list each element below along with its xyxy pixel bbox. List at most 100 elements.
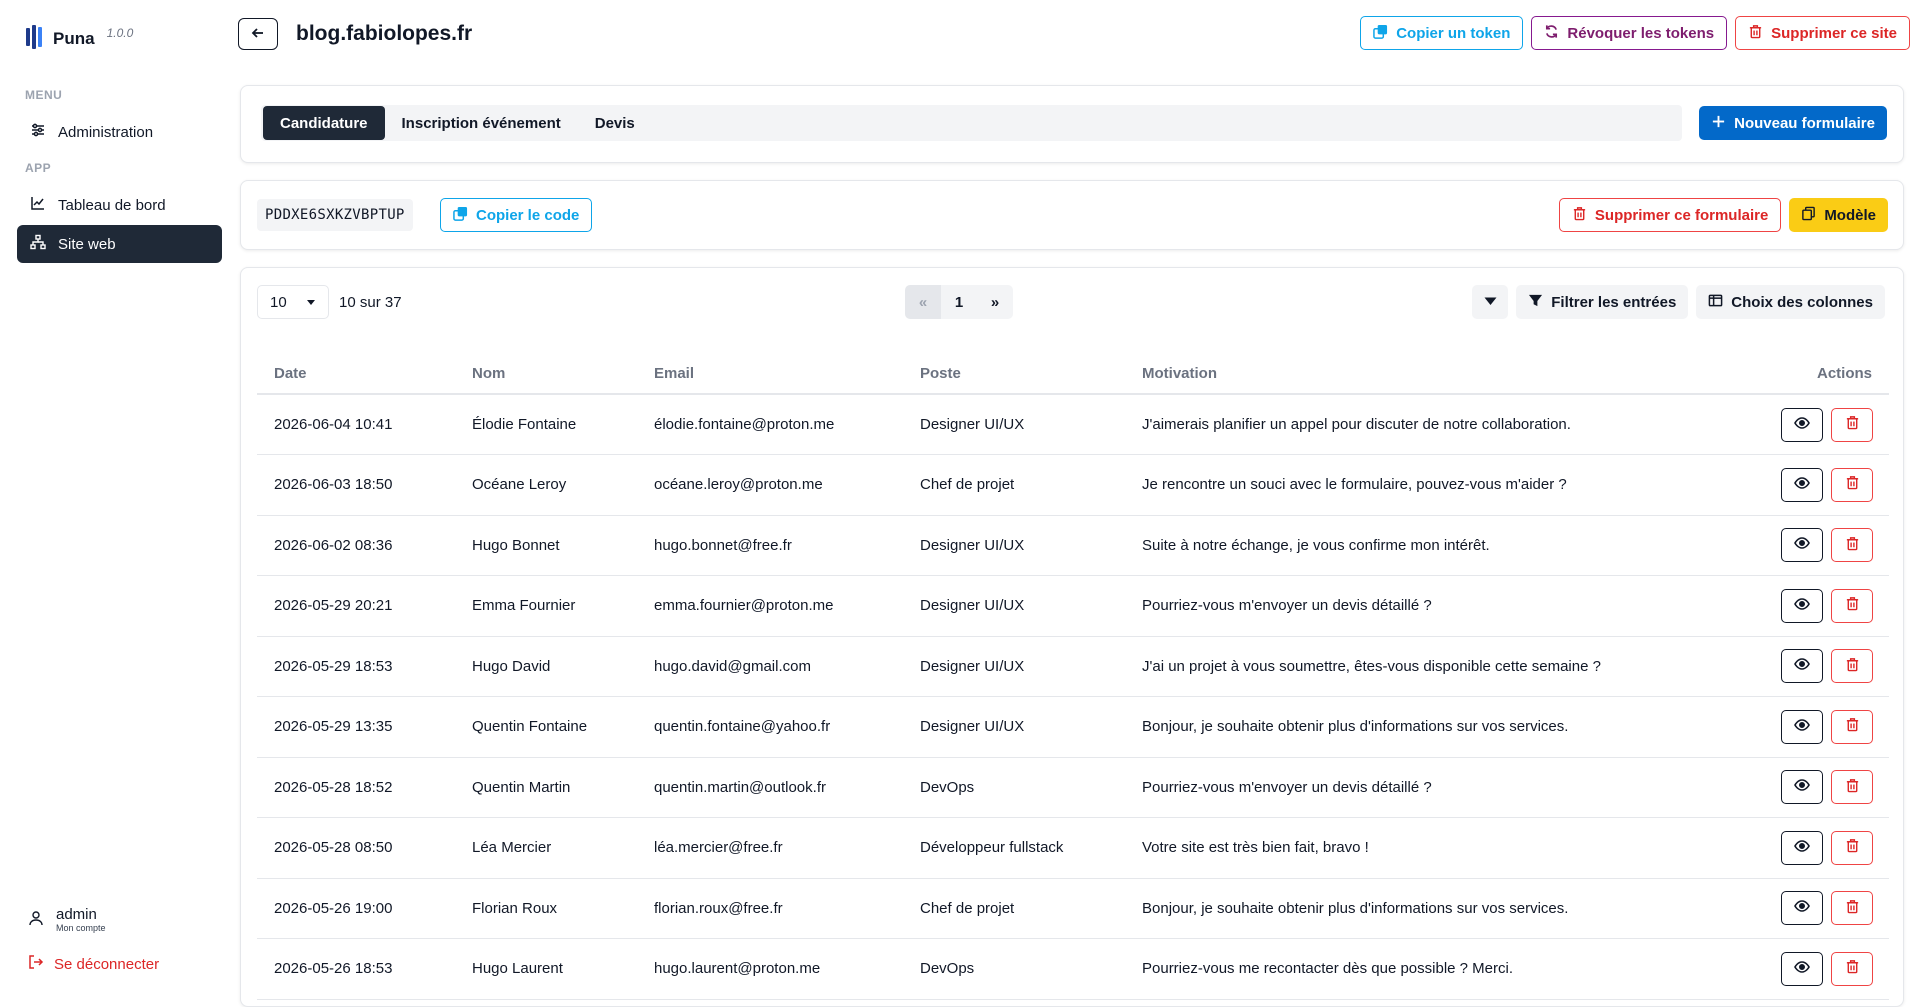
cell-actions: [1749, 515, 1889, 576]
page-header: blog.fabiolopes.fr Copier un token Révoq…: [238, 16, 1910, 52]
cell-nom: Hugo David: [455, 636, 637, 697]
cell-motivation: J'aimerais planifier un appel pour discu…: [1125, 394, 1749, 455]
trash-icon: [1845, 959, 1860, 978]
copy-code-button[interactable]: Copier le code: [440, 198, 593, 232]
sidebar-item-dashboard[interactable]: Tableau de bord: [17, 186, 222, 224]
delete-entry-button[interactable]: [1831, 709, 1873, 744]
form-code-card: PDDXE6SXKZVBPTUP Copier le code Supprime…: [240, 180, 1904, 250]
view-entry-button[interactable]: [1781, 709, 1823, 744]
delete-entry-button[interactable]: [1831, 588, 1873, 623]
view-entry-button[interactable]: [1781, 588, 1823, 623]
view-entry-button[interactable]: [1781, 830, 1823, 865]
cell-email: hugo.laurent@proton.me: [637, 938, 903, 1000]
back-button[interactable]: [238, 18, 278, 50]
logout-label: Se déconnecter: [54, 955, 160, 973]
filter-entries-button[interactable]: Filtrer les entrées: [1516, 285, 1689, 319]
copy-icon: [453, 206, 468, 225]
form-code: PDDXE6SXKZVBPTUP: [257, 199, 413, 231]
eye-icon: [1794, 777, 1810, 797]
cell-date: 2026-06-02 08:36: [257, 515, 455, 576]
sidebar-item-administration[interactable]: Administration: [17, 113, 222, 151]
tab-candidature[interactable]: Candidature: [263, 106, 385, 140]
logo-icon: [25, 24, 45, 54]
view-entry-button[interactable]: [1781, 951, 1823, 986]
app-section-label: APP: [25, 161, 52, 175]
delete-entry-button[interactable]: [1831, 407, 1873, 442]
delete-entry-button[interactable]: [1831, 951, 1873, 986]
delete-entry-button[interactable]: [1831, 528, 1873, 563]
column-header-date[interactable]: Date: [257, 354, 455, 395]
delete-site-button[interactable]: Supprimer ce site: [1735, 16, 1910, 50]
brand[interactable]: Puna 1.0.0: [25, 24, 133, 54]
table-row: 2026-05-26 19:00 Florian Roux florian.roux…: [257, 878, 1889, 939]
view-entry-button[interactable]: [1781, 467, 1823, 502]
logout-link[interactable]: Se déconnecter: [28, 954, 159, 974]
delete-form-button[interactable]: Supprimer ce formulaire: [1558, 198, 1782, 232]
revoke-tokens-label: Révoquer les tokens: [1567, 24, 1715, 42]
trash-icon: [1845, 717, 1860, 736]
view-entry-button[interactable]: [1781, 770, 1823, 805]
template-button[interactable]: Modèle: [1789, 198, 1888, 232]
cell-nom: Quentin Fontaine: [455, 696, 637, 758]
column-header-nom[interactable]: Nom: [455, 354, 637, 395]
next-page-button[interactable]: »: [977, 285, 1013, 319]
revoke-tokens-button[interactable]: Révoquer les tokens: [1531, 16, 1728, 50]
view-entry-button[interactable]: [1781, 528, 1823, 563]
column-header-actions: Actions: [1749, 354, 1889, 395]
cell-nom: Océane Leroy: [455, 454, 637, 516]
table-row: 2026-05-28 18:52 Quentin Martin quentin.ma…: [257, 757, 1889, 818]
cell-nom: Emma Fournier: [455, 575, 637, 637]
view-entry-button[interactable]: [1781, 891, 1823, 926]
cell-nom: Élodie Fontaine: [455, 394, 637, 455]
page-size-value: 10: [270, 293, 287, 311]
prev-page-button[interactable]: «: [905, 285, 941, 319]
menu-section-label: MENU: [25, 88, 63, 102]
dropdown-toggle-button[interactable]: [1472, 285, 1509, 319]
table-row: 2026-05-29 20:21 Emma Fournier emma.fourni…: [257, 575, 1889, 637]
page-size-select[interactable]: 10: [257, 285, 329, 319]
tab-inscription-evenement[interactable]: Inscription événement: [385, 106, 578, 140]
tab-devis[interactable]: Devis: [578, 106, 652, 140]
columns-icon: [1708, 293, 1723, 312]
new-form-button[interactable]: Nouveau formulaire: [1699, 106, 1887, 140]
copy-icon: [1373, 24, 1388, 43]
column-header-motivation[interactable]: Motivation: [1125, 354, 1749, 395]
view-entry-button[interactable]: [1781, 407, 1823, 442]
view-entry-button[interactable]: [1781, 649, 1823, 684]
cell-actions: [1749, 817, 1889, 879]
copy-token-button[interactable]: Copier un token: [1360, 16, 1524, 50]
sidebar-item-site-web[interactable]: Site web: [17, 225, 222, 263]
column-header-poste[interactable]: Poste: [903, 354, 1125, 395]
cell-motivation: Je rencontre un souci avec le formulaire…: [1125, 454, 1749, 516]
column-header-email[interactable]: Email: [637, 354, 903, 395]
page-title: blog.fabiolopes.fr: [296, 22, 473, 45]
table-row: 2026-06-02 08:36 Hugo Bonnet hugo.bonnet@f…: [257, 515, 1889, 576]
sitemap-icon: [30, 234, 46, 254]
cell-email: élodie.fontaine@proton.me: [637, 394, 903, 455]
trash-icon: [1845, 657, 1860, 676]
filter-label: Filtrer les entrées: [1551, 293, 1677, 311]
table-toolbar-right: Filtrer les entrées Choix des colonnes: [1472, 285, 1885, 319]
delete-entry-button[interactable]: [1831, 830, 1873, 865]
sidebar-item-label: Site web: [58, 235, 116, 253]
page-1-button[interactable]: 1: [941, 285, 977, 319]
form-tabs: Candidature Inscription événement Devis: [261, 105, 1682, 141]
copy-code-label: Copier le code: [476, 206, 580, 224]
arrow-left-icon: [250, 25, 266, 44]
cell-email: emma.fournier@proton.me: [637, 575, 903, 637]
choose-columns-button[interactable]: Choix des colonnes: [1696, 285, 1885, 319]
cell-nom: Florian Roux: [455, 878, 637, 939]
cell-actions: [1749, 394, 1889, 455]
delete-entry-button[interactable]: [1831, 891, 1873, 926]
cell-nom: Hugo Laurent: [455, 938, 637, 1000]
delete-entry-button[interactable]: [1831, 467, 1873, 502]
new-form-label: Nouveau formulaire: [1734, 114, 1875, 132]
cell-motivation: J'ai un projet à vous soumettre, êtes-vo…: [1125, 636, 1749, 697]
delete-entry-button[interactable]: [1831, 649, 1873, 684]
cell-poste: Chef de projet: [903, 454, 1125, 516]
account-link[interactable]: admin Mon compte: [28, 907, 106, 933]
forms-tabs-card: Candidature Inscription événement Devis …: [240, 85, 1904, 163]
delete-entry-button[interactable]: [1831, 770, 1873, 805]
pagination: « 1 »: [905, 285, 1013, 319]
cell-poste: Designer UI/UX: [903, 636, 1125, 697]
